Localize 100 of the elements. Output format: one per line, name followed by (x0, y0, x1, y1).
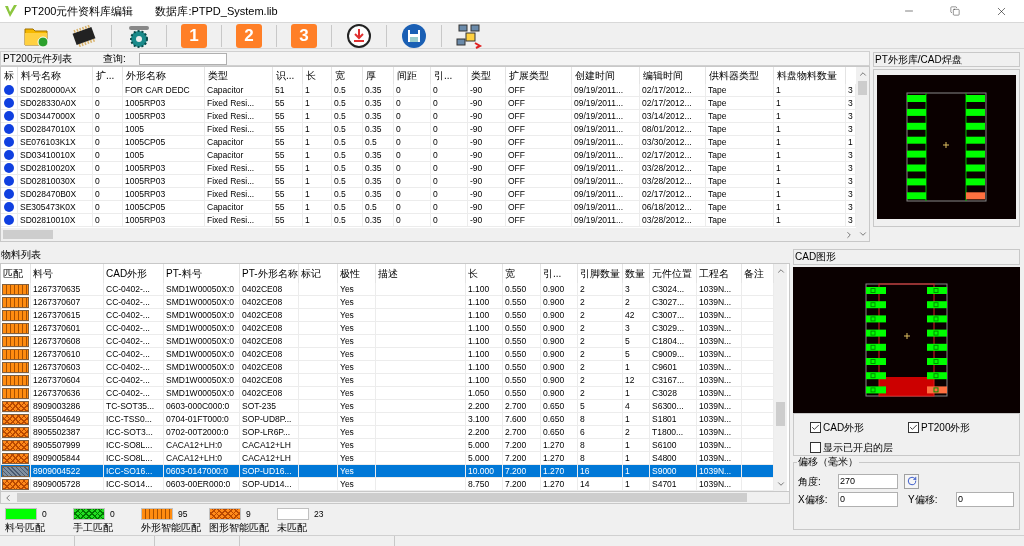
table-cell: 0 (431, 97, 468, 110)
checkbox-label: 显示已开启的层 (823, 440, 893, 455)
horizontal-scrollbar[interactable] (1, 228, 856, 241)
checkbox[interactable] (810, 422, 821, 434)
column-header[interactable]: 外形名称 (123, 67, 205, 84)
scroll-right-icon[interactable] (844, 229, 854, 240)
column-header[interactable]: 供料器类型 (706, 67, 774, 84)
scroll-down-icon[interactable] (775, 479, 786, 489)
column-header[interactable]: 标 (1, 67, 18, 84)
table-cell: 55 (273, 97, 303, 110)
table-row[interactable]: 8909003286 TC-SOT35... 0603-000C000:0 SOT-235 Yes 2.200 2.700 0.650 5 4 S6300... 1039N... (1, 400, 774, 413)
y-offset-field[interactable]: 0 (956, 491, 1014, 507)
rotate-button[interactable] (904, 473, 919, 489)
table-row[interactable]: 8909005844 ICC-SO8L... CACA12+LH:0 CACA12+LH Yes 5.000 7.200 1.270 8 1 S4800 1039N... (1, 452, 774, 465)
table-cell: 1005RP03 (123, 110, 205, 123)
column-header[interactable]: 长 (303, 67, 332, 84)
table-row[interactable]: 1267370610 CC-0402-... SMD1W00050X:0 0402CE08 Yes 1.100 0.550 0.900 2 5 C9009... 1039N... (1, 348, 774, 361)
legend-label: 外形智能匹配 (141, 521, 201, 535)
legend-swatch (73, 508, 105, 520)
table-cell: 0 (93, 136, 123, 149)
horizontal-scrollbar[interactable] (0, 492, 790, 504)
table-cell: 1 (774, 188, 846, 201)
table-cell: 1 (303, 214, 332, 227)
scroll-down-icon[interactable] (857, 229, 868, 239)
table-row[interactable]: 8905502387 ICC-SOT3... 0702-00T2000:0 SOP-LR6P... Yes 2.200 2.700 0.650 6 2 T1800... 1039N... (1, 426, 774, 439)
column-header[interactable]: 引... (431, 67, 468, 84)
scroll-left-icon[interactable] (3, 492, 13, 503)
table-cell: 1 (303, 123, 332, 136)
scroll-up-icon[interactable] (857, 69, 868, 79)
match-swatch (2, 374, 29, 386)
table-cell: 1 (623, 478, 650, 491)
checkbox[interactable] (810, 441, 821, 453)
table-row[interactable]: 8909004522 ICC-SO16... 0603-0147000:0 SOP-UD16... Yes 10.000 7.200 1.270 16 1 S9000 1039N... (1, 465, 774, 478)
table-cell: 0 (431, 214, 468, 227)
table-row[interactable]: 1267370604 CC-0402-... SMD1W00050X:0 0402CE08 Yes 1.100 0.550 0.900 2 12 C3167... 1039N... (1, 374, 774, 387)
table-cell: OFF (506, 149, 572, 162)
table-cell: Fixed Resi... (205, 162, 273, 175)
column-header[interactable]: 编辑时间 (640, 67, 706, 84)
table-row[interactable]: 1267370607 CC-0402-... SMD1W00050X:0 0402CE08 Yes 1.100 0.550 0.900 2 2 C3027... 1039N... (1, 296, 774, 309)
scrollbar-thumb[interactable] (858, 81, 867, 95)
table-row[interactable]: 8905504649 ICC-TSS0... 0704-01FT000:0 SOP-UD8P... Yes 3.100 7.600 0.650 8 1 S1801 1039N... (1, 413, 774, 426)
table-cell: 0.35 (363, 188, 394, 201)
scrollbar-thumb[interactable] (776, 402, 785, 426)
table-cell: 55 (273, 123, 303, 136)
table-cell: 1 (774, 175, 846, 188)
x-offset-field[interactable]: 0 (838, 491, 898, 507)
toolbar-button[interactable] (344, 22, 374, 49)
toolbar-button[interactable] (399, 22, 429, 49)
column-header[interactable]: 识... (273, 67, 303, 84)
app-logo-icon (4, 4, 18, 18)
table-cell: Tape (706, 214, 774, 227)
table-cell: 1 (303, 162, 332, 175)
column-header[interactable]: 厚 (363, 67, 394, 84)
scrollbar-thumb[interactable] (3, 230, 53, 239)
table-cell: Fixed Resi... (205, 123, 273, 136)
table-cell: 0 (93, 188, 123, 201)
column-header[interactable]: 扩展类型 (506, 67, 572, 84)
column-header[interactable]: 创建时间 (572, 67, 640, 84)
table-cell: 1 (303, 175, 332, 188)
table-cell: Yes (338, 478, 376, 491)
legend-label: 图形智能匹配 (209, 521, 269, 535)
legend-count: 0 (42, 507, 47, 521)
column-header[interactable]: 类型 (468, 67, 506, 84)
table-row[interactable]: 8905507999 ICC-SO8L... CACA12+LH:0 CACA12+LH Yes 5.000 7.200 1.270 8 1 S6100 1039N... (1, 439, 774, 452)
table-cell: 02/17/2012... (640, 84, 706, 97)
table-cell: 0.35 (363, 110, 394, 123)
scrollbar[interactable] (856, 67, 869, 241)
column-header[interactable]: 宽 (332, 67, 363, 84)
table-cell: 03/28/2012... (640, 214, 706, 227)
column-header[interactable]: 料盘物料数量 (774, 67, 846, 84)
table-cell: Tape (706, 84, 774, 97)
scrollbar-thumb[interactable] (17, 493, 747, 502)
column-header[interactable]: 类型 (205, 67, 273, 84)
table-row[interactable]: 8909005728 ICC-SO14... 0603-00ER000:0 SOP-UD14... Yes 8.750 7.200 1.270 14 1 S4701 1039N... (1, 478, 774, 491)
column-header[interactable]: 扩... (93, 67, 123, 84)
table-cell: 0 (93, 110, 123, 123)
match-swatch (2, 348, 29, 360)
checkbox[interactable] (908, 422, 919, 434)
table-cell: 0 (431, 149, 468, 162)
table-cell: 0 (394, 149, 431, 162)
table-row[interactable]: 1267370608 CC-0402-... SMD1W00050X:0 0402CE08 Yes 1.100 0.550 0.900 2 5 C1804... 1039N... (1, 335, 774, 348)
column-header[interactable]: 料号名称 (18, 67, 93, 84)
table-cell: Tape (706, 110, 774, 123)
table-cell: -90 (468, 162, 506, 175)
scroll-up-icon[interactable] (775, 266, 786, 276)
table-cell: 0 (431, 123, 468, 136)
table-row[interactable]: 1267370601 CC-0402-... SMD1W00050X:0 0402CE08 Yes 1.100 0.550 0.900 2 3 C3029... 1039N... (1, 322, 774, 335)
column-header[interactable]: 间距 (394, 67, 431, 84)
table-cell: 0.5 (332, 123, 363, 136)
search-field[interactable] (139, 52, 227, 65)
scrollbar[interactable] (774, 264, 787, 491)
table-row[interactable]: 1267370635 CC-0402-... SMD1W00050X:0 0402CE08 Yes 1.100 0.550 0.900 2 3 C3024... 1039N... (1, 283, 774, 296)
table-row[interactable]: 1267370615 CC-0402-... SMD1W00050X:0 0402CE08 Yes 1.100 0.550 0.900 2 42 C3007... 1039N... (1, 309, 774, 322)
table-cell: 1 (303, 110, 332, 123)
table-row[interactable]: 1267370603 CC-0402-... SMD1W00050X:0 0402CE08 Yes 1.100 0.550 0.900 2 1 C9601 1039N... (1, 361, 774, 374)
angle-field[interactable]: 270 (838, 473, 898, 489)
table-row[interactable]: 1267370636 CC-0402-... SMD1W00050X:0 0402CE08 Yes 1.050 0.550 0.900 2 1 C3028 1039N... (1, 387, 774, 400)
table-cell: Tape (706, 136, 774, 149)
table-cell: 08/01/2012... (640, 123, 706, 136)
table-cell: 1 (303, 84, 332, 97)
